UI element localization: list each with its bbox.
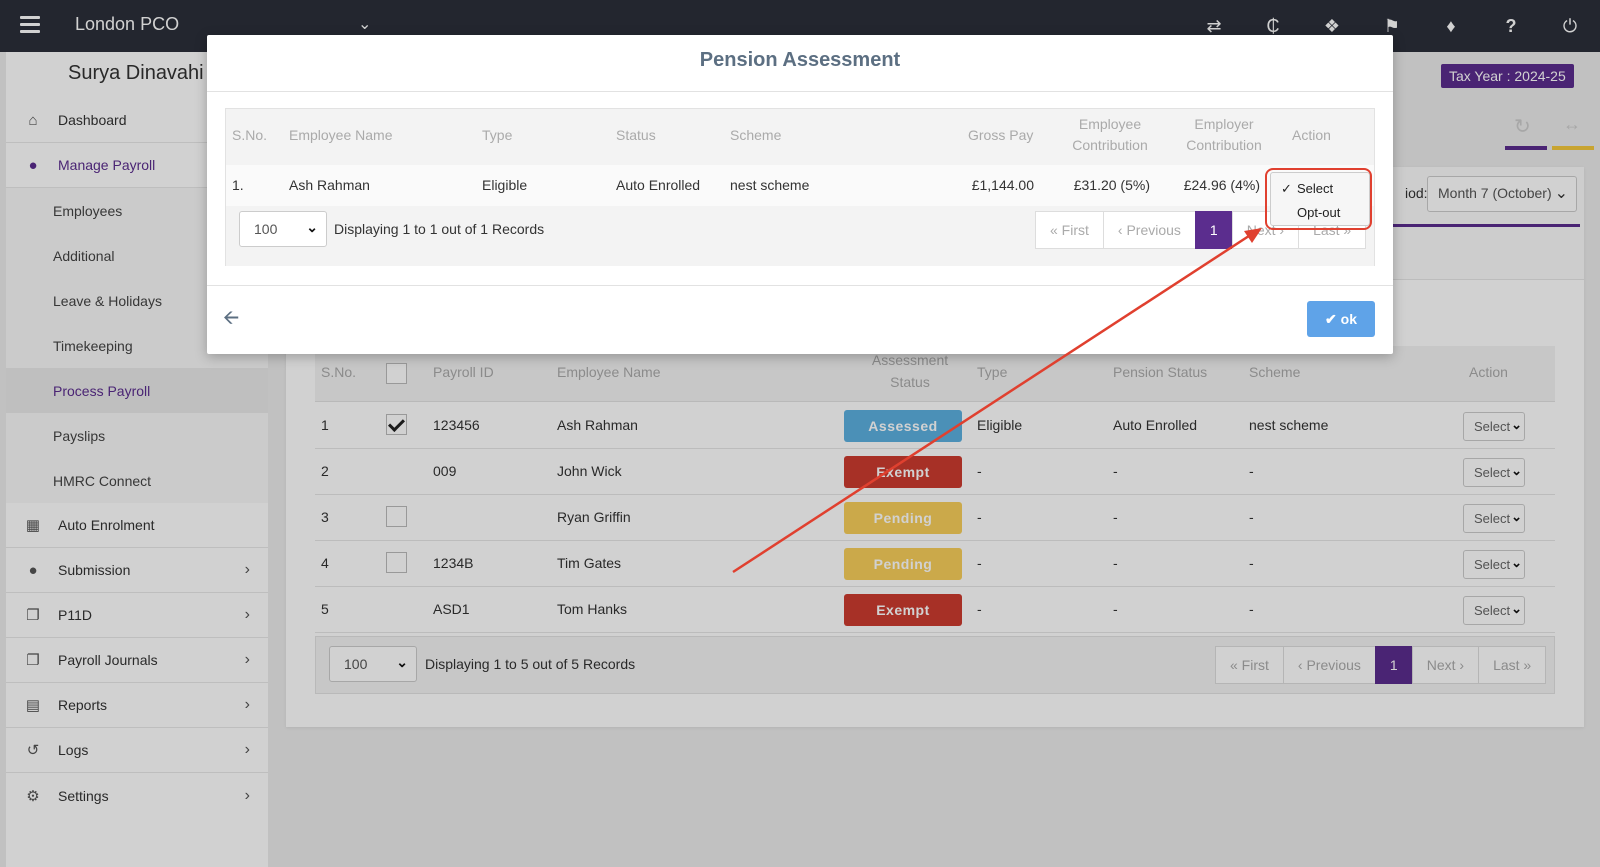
divider [207, 91, 1393, 92]
ok-button[interactable]: ✔ ok [1307, 301, 1375, 337]
records-count: Displaying 1 to 1 out of 1 Records [334, 221, 545, 237]
table-row[interactable]: 1. Ash Rahman Eligible Auto Enrolled nes… [226, 165, 1374, 206]
chevron-down-icon: ⌄ [306, 219, 318, 235]
annotation-highlight [1265, 168, 1372, 230]
table-header: S.No. Employee Name Type Status Scheme G… [226, 109, 1374, 165]
pager-first[interactable]: « First [1035, 211, 1104, 249]
pager-current[interactable]: 1 [1194, 211, 1233, 249]
table-footer: 100 ⌄ Displaying 1 to 1 out of 1 Records… [226, 206, 1374, 266]
divider [207, 285, 1393, 286]
page-size-select[interactable]: 100 ⌄ [239, 211, 327, 247]
assessment-table: S.No. Employee Name Type Status Scheme G… [225, 108, 1375, 266]
pension-assessment-modal: Pension Assessment S.No. Employee Name T… [207, 35, 1393, 354]
pager-previous[interactable]: ‹ Previous [1102, 211, 1196, 249]
modal-title: Pension Assessment [699, 49, 901, 71]
back-arrow-icon[interactable]: 🡨 [223, 303, 239, 337]
